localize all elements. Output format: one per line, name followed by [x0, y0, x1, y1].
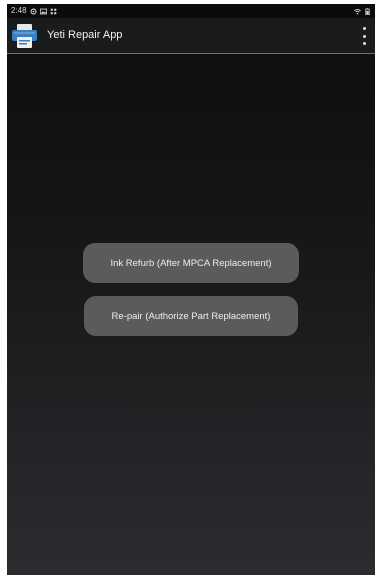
image-icon: [39, 8, 47, 14]
menu-dot: [362, 27, 366, 30]
settings-icon: [30, 8, 37, 14]
menu-dot: [362, 34, 366, 38]
repair-button[interactable]: Re-pair (Authorize Part Replacement): [84, 296, 298, 336]
printer-icon: [12, 24, 37, 48]
status-left: 2:48: [11, 4, 57, 18]
wifi-icon: [354, 8, 361, 14]
overflow-menu-icon[interactable]: [359, 27, 369, 45]
battery-icon: [365, 7, 370, 15]
main-content: Ink Refurb (After MPCA Replacement) Re-p…: [7, 54, 375, 575]
device-screen: 2:48 Yeti Repair App Ink Refurb (After M…: [7, 4, 375, 575]
status-time: 2:48: [11, 6, 27, 15]
app-bar: Yeti Repair App: [7, 18, 375, 54]
repair-label: Re-pair (Authorize Part Replacement): [111, 310, 271, 322]
ink-refurb-label: Ink Refurb (After MPCA Replacement): [110, 257, 272, 269]
grid-icon: [50, 8, 56, 14]
status-bar: 2:48: [7, 4, 375, 18]
status-right: [354, 4, 371, 18]
app-title: Yeti Repair App: [47, 29, 123, 41]
ink-refurb-button[interactable]: Ink Refurb (After MPCA Replacement): [83, 243, 299, 283]
menu-dot: [362, 42, 366, 45]
